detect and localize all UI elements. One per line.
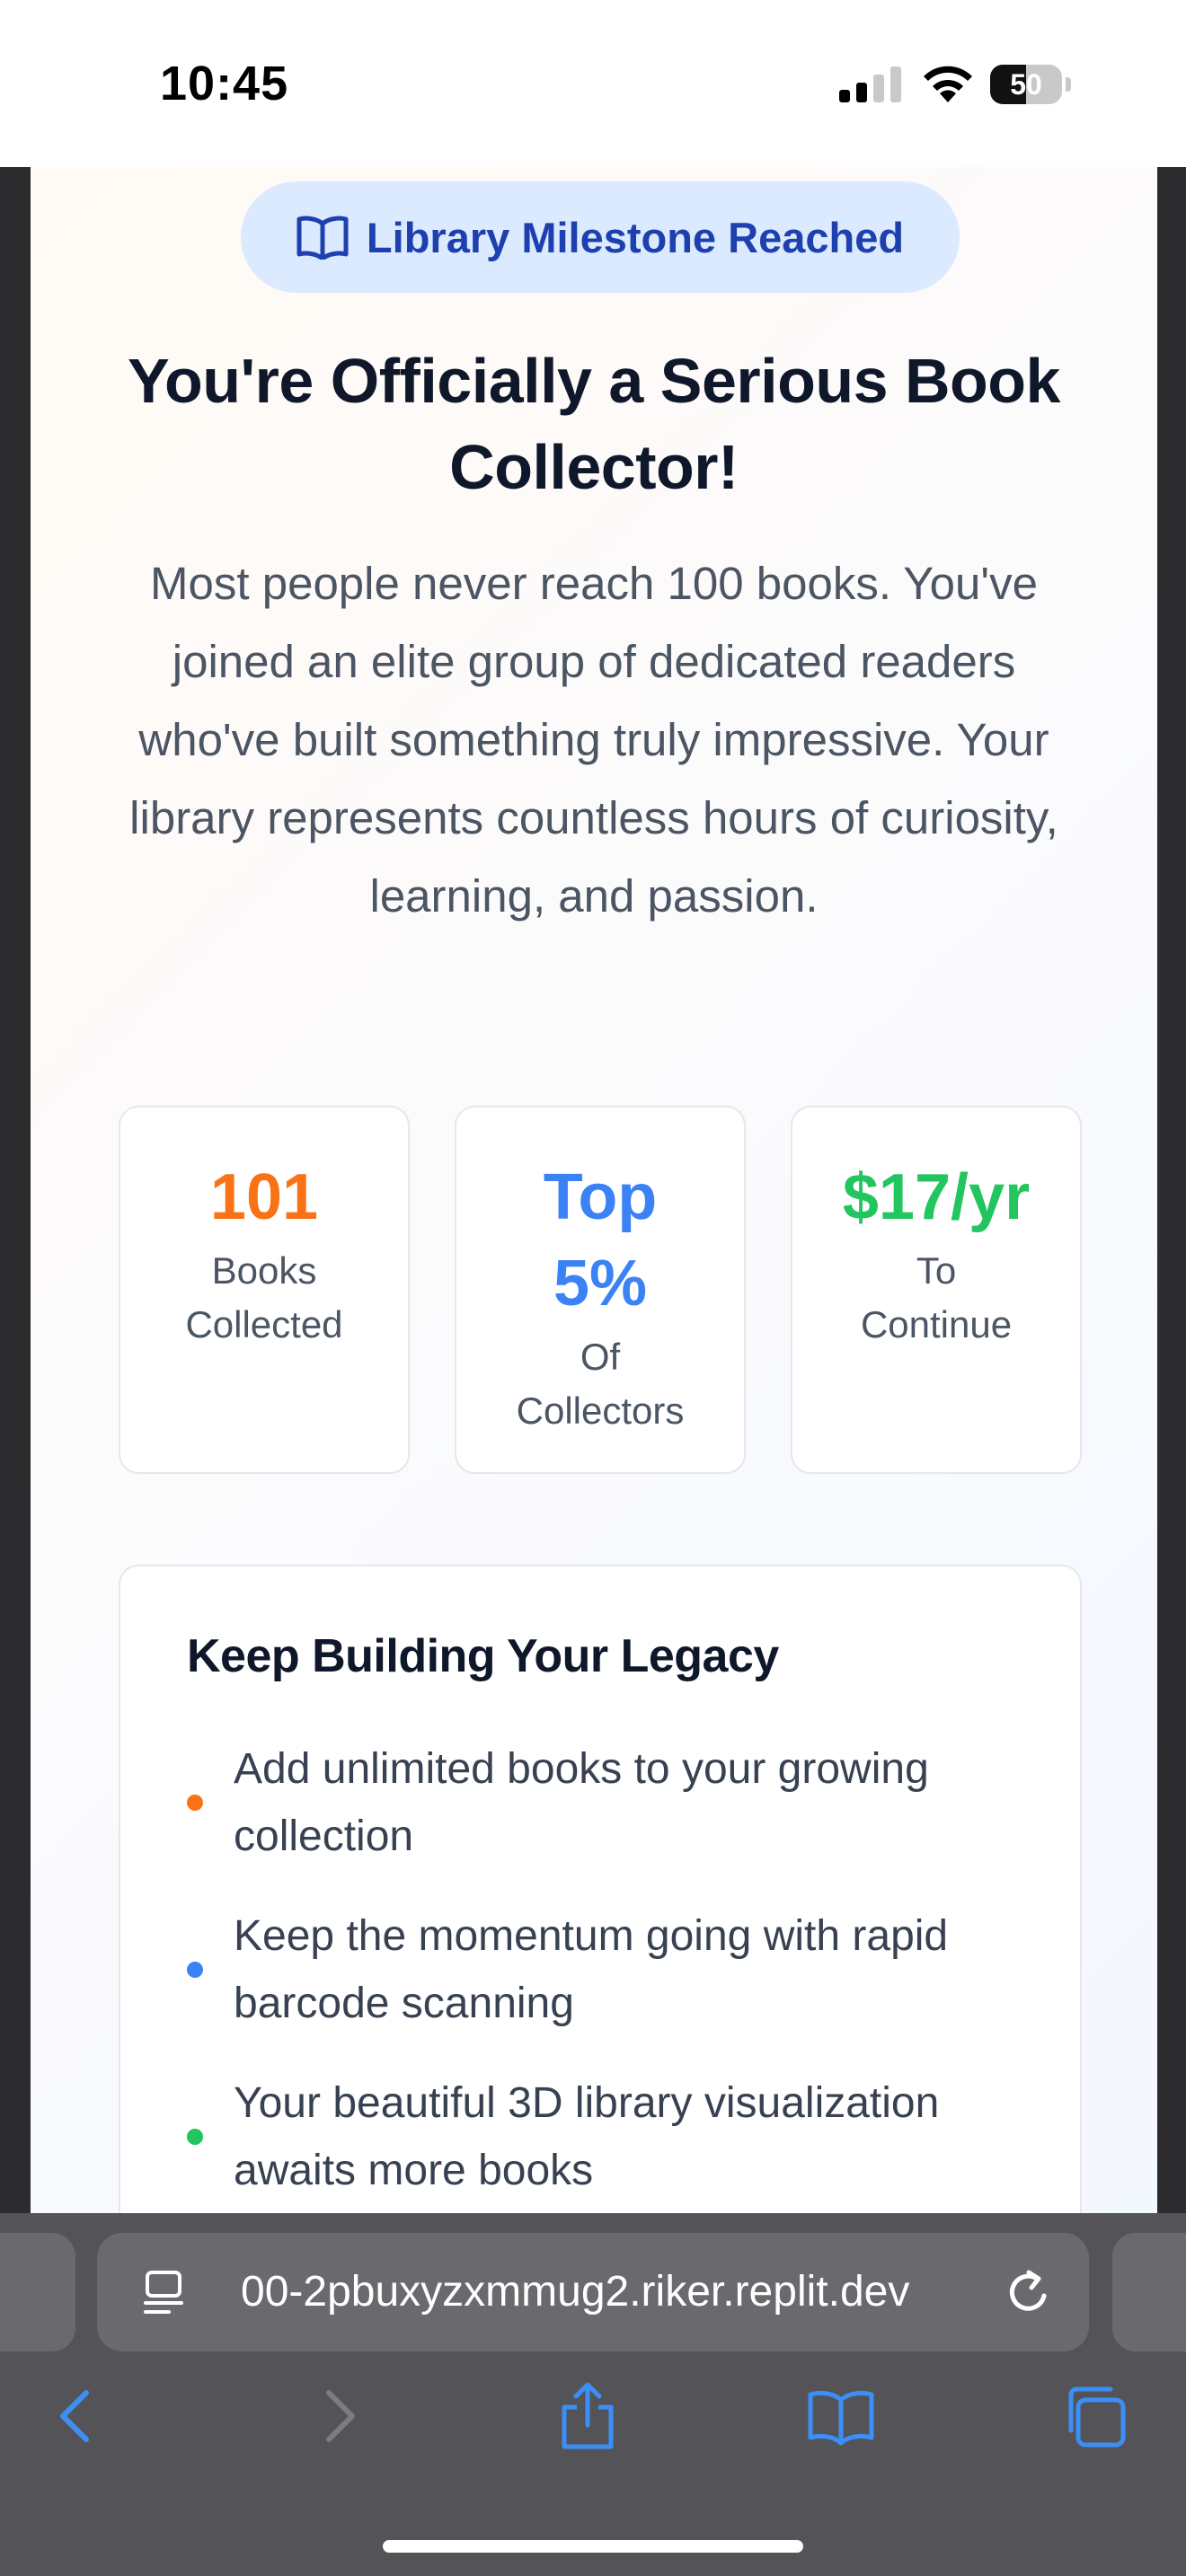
address-bar[interactable]: 00-2pbuxyzxmmug2.riker.replit.dev (97, 2233, 1089, 2351)
battery-icon: 50 (990, 65, 1071, 104)
open-book-icon (296, 216, 349, 260)
stat-label: To Continue (860, 1249, 1013, 1345)
browser-toolbar: 00-2pbuxyzxmmug2.riker.replit.dev (0, 2213, 1186, 2576)
milestone-badge: Library Milestone Reached (241, 181, 960, 293)
stat-value: 101 (209, 1161, 319, 1233)
url-text[interactable]: 00-2pbuxyzxmmug2.riker.replit.dev (241, 2267, 996, 2317)
legacy-title: Keep Building Your Legacy (187, 1630, 779, 1682)
stat-card-price: $17/yr To Continue (791, 1106, 1082, 1474)
left-edge (0, 167, 31, 2215)
page-title: You're Officially a Serious Book Collect… (128, 346, 1060, 502)
bullet-dot (187, 1795, 203, 1811)
badge-label: Library Milestone Reached (366, 213, 905, 261)
list-item-text: Add unlimited books to your growing coll… (234, 1745, 929, 1860)
battery-percent: 50 (1010, 68, 1042, 101)
reload-icon[interactable] (1005, 2269, 1053, 2317)
home-indicator[interactable] (383, 2540, 803, 2553)
back-icon[interactable] (41, 2380, 113, 2452)
stat-card-rank: Top 5% Of Collectors (455, 1106, 746, 1474)
bullet-dot (187, 1962, 203, 1978)
list-item: Your beautiful 3D library visualization … (187, 2069, 1031, 2204)
milestone-page: Library Milestone Reached You're Officia… (31, 167, 1157, 2215)
list-item-text: Your beautiful 3D library visualization … (234, 2079, 940, 2194)
page-settings-icon[interactable] (142, 2269, 185, 2317)
status-bar: 10:45 50 (0, 0, 1186, 167)
previous-tab[interactable] (0, 2233, 75, 2351)
stat-label: Books Collected (185, 1249, 343, 1345)
next-tab[interactable] (1112, 2233, 1186, 2351)
stat-label: Of Collectors (516, 1336, 685, 1432)
right-edge (1157, 167, 1186, 2215)
share-icon[interactable] (552, 2380, 624, 2452)
list-item: Add unlimited books to your growing coll… (187, 1735, 1031, 1870)
list-item: Keep the momentum going with rapid barco… (187, 1902, 1031, 2037)
tabs-icon[interactable] (1058, 2380, 1130, 2452)
cellular-signal-icon (839, 66, 901, 102)
bookmarks-icon[interactable] (805, 2380, 877, 2452)
bullet-dot (187, 2129, 203, 2145)
stat-value: Top 5% (543, 1161, 658, 1319)
page-description: Most people never reach 100 books. You'v… (129, 558, 1058, 922)
status-time: 10:45 (160, 57, 289, 110)
stat-value: $17/yr (842, 1161, 1031, 1233)
stat-card-books: 101 Books Collected (119, 1106, 410, 1474)
list-item-text: Keep the momentum going with rapid barco… (234, 1912, 949, 2027)
wifi-icon (924, 66, 972, 102)
forward-icon[interactable] (302, 2380, 374, 2452)
legacy-card: Keep Building Your Legacy Add unlimited … (119, 1565, 1082, 2215)
